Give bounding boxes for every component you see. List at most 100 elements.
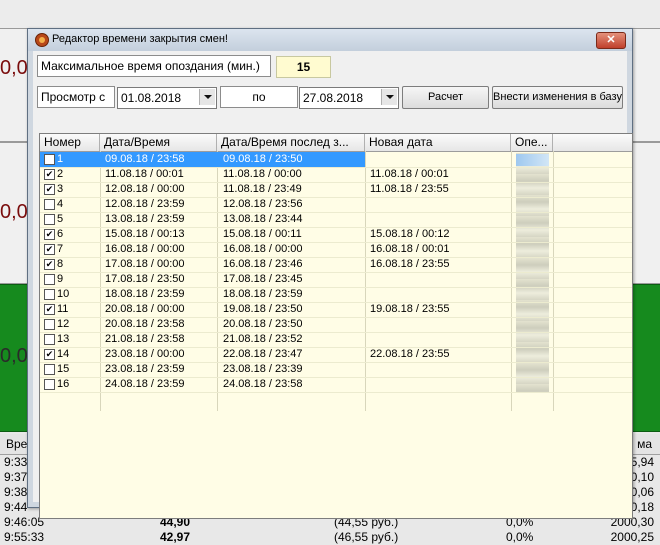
cell-last-datetime[interactable]: 18.08.18 / 23:59	[217, 287, 365, 302]
cell-number[interactable]: 4	[40, 197, 100, 212]
shifts-grid[interactable]: Номер Дата/Время Дата/Время послед з... …	[39, 133, 633, 519]
row-checkbox[interactable]	[44, 154, 55, 165]
row-checkbox[interactable]	[44, 334, 55, 345]
col-number[interactable]: Номер	[40, 134, 100, 151]
cell-number[interactable]: 1	[40, 152, 100, 167]
row-checkbox[interactable]	[44, 364, 55, 375]
table-row[interactable]: 13 21.08.18 / 23:58 21.08.18 / 23:52	[40, 332, 632, 348]
cell-new-date[interactable]	[365, 212, 511, 227]
cell-number[interactable]: 9	[40, 272, 100, 287]
cell-datetime[interactable]: 24.08.18 / 23:59	[100, 377, 217, 392]
cell-datetime[interactable]: 17.08.18 / 23:50	[100, 272, 217, 287]
row-checkbox[interactable]	[44, 214, 55, 225]
cell-new-date[interactable]	[365, 287, 511, 302]
row-checkbox[interactable]: ✔	[44, 244, 55, 255]
cell-new-date[interactable]	[365, 362, 511, 377]
cell-datetime[interactable]: 09.08.18 / 23:58	[100, 152, 217, 167]
cell-datetime[interactable]: 23.08.18 / 00:00	[100, 347, 217, 362]
cell-last-datetime[interactable]: 09.08.18 / 23:50	[217, 152, 365, 167]
cell-number[interactable]: ✔ 8	[40, 257, 100, 272]
cell-datetime[interactable]: 13.08.18 / 23:59	[100, 212, 217, 227]
cell-number[interactable]: 5	[40, 212, 100, 227]
date-to-combo[interactable]: 27.08.2018	[299, 87, 399, 109]
cell-new-date[interactable]: 19.08.18 / 23:55	[365, 302, 511, 317]
table-row[interactable]: ✔ 11 20.08.18 / 00:00 19.08.18 / 23:50 19.08…	[40, 302, 632, 318]
save-to-db-button[interactable]: Внести изменения в базу	[492, 86, 623, 109]
row-checkbox[interactable]: ✔	[44, 349, 55, 360]
cell-last-datetime[interactable]: 16.08.18 / 23:46	[217, 257, 365, 272]
row-checkbox[interactable]	[44, 319, 55, 330]
table-row[interactable]: ✔ 6 15.08.18 / 00:13 15.08.18 / 00:11 15.08.…	[40, 227, 632, 243]
col-datetime[interactable]: Дата/Время	[100, 134, 217, 151]
col-operator[interactable]: Опе...	[511, 134, 553, 151]
cell-last-datetime[interactable]: 11.08.18 / 00:00	[217, 167, 365, 182]
row-checkbox[interactable]: ✔	[44, 184, 55, 195]
cell-datetime[interactable]: 16.08.18 / 00:00	[100, 242, 217, 257]
cell-new-date[interactable]	[365, 332, 511, 347]
close-button[interactable]: ✕	[596, 32, 626, 49]
table-row[interactable]: 16 24.08.18 / 23:59 24.08.18 / 23:58	[40, 377, 632, 393]
cell-number[interactable]: 10	[40, 287, 100, 302]
cell-datetime[interactable]: 18.08.18 / 23:59	[100, 287, 217, 302]
table-row[interactable]: 15 23.08.18 / 23:59 23.08.18 / 23:39	[40, 362, 632, 378]
cell-new-date[interactable]	[365, 377, 511, 392]
cell-last-datetime[interactable]: 15.08.18 / 00:11	[217, 227, 365, 242]
cell-datetime[interactable]: 15.08.18 / 00:13	[100, 227, 217, 242]
cell-number[interactable]: 13	[40, 332, 100, 347]
cell-last-datetime[interactable]: 12.08.18 / 23:56	[217, 197, 365, 212]
cell-datetime[interactable]: 20.08.18 / 23:58	[100, 317, 217, 332]
cell-last-datetime[interactable]: 24.08.18 / 23:58	[217, 377, 365, 392]
col-last-datetime[interactable]: Дата/Время послед з...	[217, 134, 365, 151]
cell-last-datetime[interactable]: 17.08.18 / 23:45	[217, 272, 365, 287]
cell-new-date[interactable]	[365, 197, 511, 212]
row-checkbox[interactable]	[44, 289, 55, 300]
row-checkbox[interactable]: ✔	[44, 169, 55, 180]
cell-number[interactable]: ✔ 11	[40, 302, 100, 317]
cell-new-date[interactable]: 16.08.18 / 00:01	[365, 242, 511, 257]
table-row[interactable]: ✔ 14 23.08.18 / 00:00 22.08.18 / 23:47 22.08…	[40, 347, 632, 363]
cell-last-datetime[interactable]: 13.08.18 / 23:44	[217, 212, 365, 227]
cell-datetime[interactable]: 12.08.18 / 23:59	[100, 197, 217, 212]
table-row[interactable]: 10 18.08.18 / 23:59 18.08.18 / 23:59	[40, 287, 632, 303]
cell-new-date[interactable]	[365, 317, 511, 332]
cell-datetime[interactable]: 20.08.18 / 00:00	[100, 302, 217, 317]
table-row[interactable]: ✔ 8 17.08.18 / 00:00 16.08.18 / 23:46 16.08.…	[40, 257, 632, 273]
table-row[interactable]: ✔ 2 11.08.18 / 00:01 11.08.18 / 00:00 11.08.…	[40, 167, 632, 183]
cell-last-datetime[interactable]: 23.08.18 / 23:39	[217, 362, 365, 377]
col-new-date[interactable]: Новая дата	[365, 134, 511, 151]
cell-new-date[interactable]	[365, 152, 511, 167]
table-row[interactable]: 4 12.08.18 / 23:59 12.08.18 / 23:56	[40, 197, 632, 213]
date-to-dropdown-icon[interactable]	[381, 89, 397, 105]
cell-datetime[interactable]: 11.08.18 / 00:01	[100, 167, 217, 182]
cell-last-datetime[interactable]: 22.08.18 / 23:47	[217, 347, 365, 362]
cell-new-date[interactable]: 11.08.18 / 23:55	[365, 182, 511, 197]
table-row[interactable]: 5 13.08.18 / 23:59 13.08.18 / 23:44	[40, 212, 632, 228]
cell-number[interactable]: 15	[40, 362, 100, 377]
cell-datetime[interactable]: 23.08.18 / 23:59	[100, 362, 217, 377]
cell-last-datetime[interactable]: 21.08.18 / 23:52	[217, 332, 365, 347]
calc-button[interactable]: Расчет	[402, 86, 489, 109]
cell-last-datetime[interactable]: 19.08.18 / 23:50	[217, 302, 365, 317]
table-row[interactable]: ✔ 3 12.08.18 / 00:00 11.08.18 / 23:49 11.08.…	[40, 182, 632, 198]
cell-new-date[interactable]	[365, 272, 511, 287]
row-checkbox[interactable]	[44, 379, 55, 390]
row-checkbox[interactable]: ✔	[44, 259, 55, 270]
cell-number[interactable]: ✔ 3	[40, 182, 100, 197]
cell-number[interactable]: ✔ 14	[40, 347, 100, 362]
table-row[interactable]: 1 09.08.18 / 23:58 09.08.18 / 23:50	[40, 152, 632, 168]
cell-last-datetime[interactable]: 11.08.18 / 23:49	[217, 182, 365, 197]
max-delay-value[interactable]: 15	[276, 56, 331, 78]
cell-number[interactable]: ✔ 6	[40, 227, 100, 242]
row-checkbox[interactable]	[44, 274, 55, 285]
date-from-dropdown-icon[interactable]	[199, 89, 215, 105]
date-from-combo[interactable]: 01.08.2018	[117, 87, 217, 109]
cell-datetime[interactable]: 21.08.18 / 23:58	[100, 332, 217, 347]
cell-new-date[interactable]: 16.08.18 / 23:55	[365, 257, 511, 272]
row-checkbox[interactable]: ✔	[44, 304, 55, 315]
row-checkbox[interactable]: ✔	[44, 229, 55, 240]
cell-new-date[interactable]: 15.08.18 / 00:12	[365, 227, 511, 242]
cell-last-datetime[interactable]: 16.08.18 / 00:00	[217, 242, 365, 257]
dialog-titlebar[interactable]: Редактор времени закрытия смен! ✕	[28, 29, 632, 51]
row-checkbox[interactable]	[44, 199, 55, 210]
cell-last-datetime[interactable]: 20.08.18 / 23:50	[217, 317, 365, 332]
